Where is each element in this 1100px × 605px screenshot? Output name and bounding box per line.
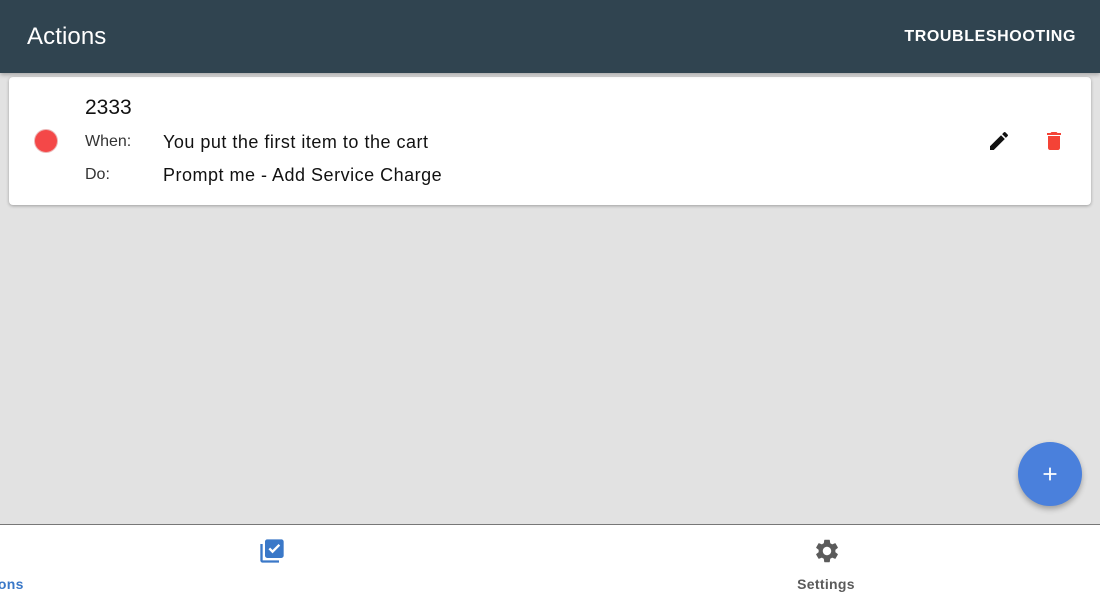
record-dot-icon [35, 130, 57, 152]
top-app-bar: Actions TROUBLESHOOTING [0, 0, 1100, 73]
nav-label-actions: Actions [0, 576, 24, 592]
pencil-icon [990, 131, 1009, 150]
plus-icon [1043, 467, 1057, 481]
do-value: Prompt me - Add Service Charge [163, 165, 443, 185]
add-action-button[interactable] [1018, 442, 1082, 506]
bottom-navigation: Actions Settings [0, 524, 1100, 605]
delete-action-button[interactable] [1034, 121, 1074, 161]
nav-item-settings[interactable]: Settings [550, 525, 1100, 605]
nav-item-actions[interactable]: Actions [0, 525, 550, 605]
when-value: You put the first item to the cart [163, 132, 429, 152]
trash-icon [1047, 132, 1061, 150]
app-root: Actions TROUBLESHOOTING 2333 When: You p… [0, 0, 1100, 605]
page-title: Actions [27, 23, 107, 50]
action-card[interactable]: 2333 When: You put the first item to the… [9, 77, 1091, 205]
nav-label-settings: Settings [797, 576, 855, 592]
checklist-icon [260, 539, 284, 563]
do-label: Do: [85, 166, 110, 183]
when-label: When: [85, 133, 132, 150]
action-name: 2333 [85, 96, 132, 119]
gear-icon [816, 539, 838, 563]
edit-action-button[interactable] [979, 121, 1019, 161]
troubleshooting-button[interactable]: TROUBLESHOOTING [904, 26, 1076, 48]
